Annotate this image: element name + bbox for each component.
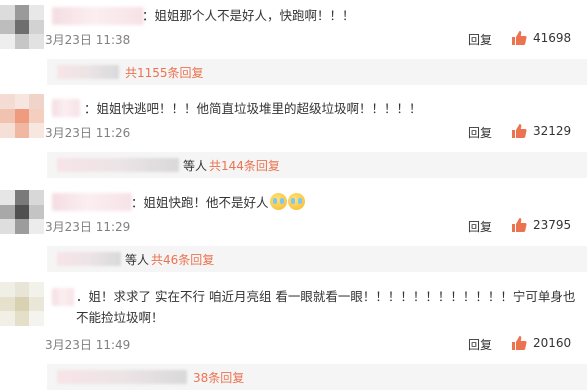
sub-reply-users <box>57 252 121 266</box>
reply-button[interactable]: 回复 <box>468 218 492 235</box>
reply-button[interactable]: 回复 <box>468 124 492 141</box>
like-count: 41698 <box>533 31 572 45</box>
crying-emoji-icon <box>287 193 305 210</box>
comment-text: ：姐姐那个人不是好人，快跑啊！！！ <box>142 8 355 23</box>
comment-item: ：姐姐快逃吧！！！他简直垃圾堆里的超级垃圾啊！！！！！ 3月23日 11:26 … <box>0 94 587 186</box>
like-button[interactable]: 41698 <box>511 30 571 46</box>
crying-emoji-icon <box>269 193 287 210</box>
like-button[interactable]: 23795 <box>511 217 571 233</box>
thumbs-up-icon <box>512 336 527 350</box>
like-count: 32129 <box>533 124 572 138</box>
comment-text: ：姐姐快逃吧！！！他简直垃圾堆里的超级垃圾啊！！！！！ <box>84 101 422 116</box>
avatar[interactable] <box>0 94 44 138</box>
like-button[interactable]: 32129 <box>511 123 571 139</box>
sub-reply-users-suffix: 等人 <box>183 158 208 173</box>
reply-button[interactable]: 回复 <box>468 31 492 48</box>
comment-text-body: ：姐姐快跑！他不是好人 <box>131 195 269 210</box>
like-count: 20160 <box>533 336 572 350</box>
comment-time: 3月23日 11:38 <box>45 33 131 47</box>
reply-button[interactable]: 回复 <box>468 336 492 353</box>
username[interactable] <box>52 99 80 117</box>
sub-reply-users-suffix: 等人 <box>125 252 150 267</box>
comment-time: 3月23日 11:26 <box>45 126 131 140</box>
thumbs-up-icon <box>512 31 527 45</box>
view-replies-link[interactable]: 共144条回复 <box>209 157 280 174</box>
username[interactable] <box>52 193 132 211</box>
sub-reply-users <box>57 370 187 384</box>
sub-reply-users <box>57 65 119 79</box>
view-replies-link[interactable]: 38条回复 <box>193 369 244 386</box>
sub-replies-bar[interactable]: 等人 共46条回复 <box>47 246 587 272</box>
comment-item: ．姐！求求了 实在不行 咱近月亮组 看一眼就看一眼！！！！！！！！！！！！宁可单… <box>0 278 587 390</box>
thumbs-up-icon <box>512 124 527 138</box>
username[interactable] <box>52 7 144 25</box>
avatar[interactable] <box>0 282 44 326</box>
like-button[interactable]: 20160 <box>511 335 571 351</box>
comment-text: ．姐！求求了 实在不行 咱近月亮组 看一眼就看一眼！！！！！！！！！！！！宁可单… <box>76 289 576 325</box>
username[interactable] <box>52 288 74 306</box>
comment-item: ：姐姐那个人不是好人，快跑啊！！！ 3月23日 11:38 回复 41698 共… <box>0 0 587 94</box>
comment-time: 3月23日 11:49 <box>45 338 131 352</box>
sub-replies-bar[interactable]: 共1155条回复 <box>47 59 587 85</box>
view-replies-link[interactable]: 共46条回复 <box>151 251 214 268</box>
comment-text: ：姐姐快跑！他不是好人 <box>131 193 305 212</box>
avatar[interactable] <box>0 190 44 234</box>
avatar[interactable] <box>0 5 44 49</box>
thumbs-up-icon <box>512 218 527 232</box>
sub-replies-bar[interactable]: 38条回复 <box>47 364 587 390</box>
like-count: 23795 <box>533 218 572 232</box>
comment-time: 3月23日 11:29 <box>45 220 131 234</box>
sub-reply-users <box>57 158 179 172</box>
sub-replies-bar[interactable]: 等人 共144条回复 <box>47 152 587 178</box>
view-replies-link[interactable]: 共1155条回复 <box>125 64 204 81</box>
comment-item: ：姐姐快跑！他不是好人 3月23日 11:29 回复 23795 等人 共46条… <box>0 186 587 278</box>
